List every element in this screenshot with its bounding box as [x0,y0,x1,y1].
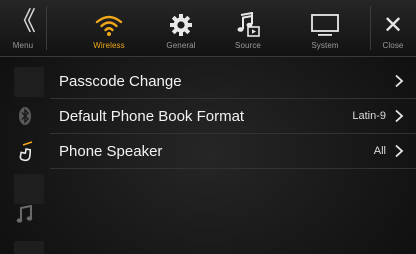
setting-row-passcode-change[interactable]: Passcode Change [50,64,416,99]
wifi-icon [94,12,124,38]
sidebar-item-bluetooth[interactable] [0,101,50,135]
monitor-icon [310,12,340,38]
setting-value: All [373,145,386,157]
music-note-icon [16,204,34,230]
tab-wireless[interactable]: Wireless [78,0,140,56]
setting-row-phone-speaker[interactable]: Phone Speaker All [50,134,416,169]
chevron-right-icon [395,109,404,123]
tab-general-label: General [166,41,196,50]
settings-list: Passcode Change Default Phone Book Forma… [50,64,416,169]
music-source-icon [235,12,261,38]
setting-label: Default Phone Book Format [59,107,245,125]
tab-source[interactable]: Source [217,0,279,56]
divider [46,6,47,50]
tab-system-label: System [311,41,339,50]
tab-general[interactable]: General [150,0,212,56]
sidebar-slot [14,241,44,254]
top-navigation-bar: 《 Menu Wireless General Source System ✕ … [0,0,416,57]
setting-value: Latin-9 [352,110,386,122]
chevron-right-icon [395,74,404,88]
menu-button[interactable]: 《 Menu [0,0,46,56]
setting-row-default-phone-book-format[interactable]: Default Phone Book Format Latin-9 [50,99,416,134]
setting-label: Passcode Change [59,72,182,90]
double-chevron-left-icon: 《 [9,7,36,37]
menu-label: Menu [12,41,34,50]
tab-wireless-label: Wireless [93,41,125,50]
bluetooth-icon [18,106,32,131]
setting-label: Phone Speaker [59,142,163,160]
close-icon: ✕ [382,11,404,39]
sidebar-item-music[interactable] [0,200,50,234]
close-label: Close [382,41,404,50]
tab-system[interactable]: System [294,0,356,56]
sidebar-slot [14,67,44,97]
phone-handset-icon [14,140,36,167]
close-button[interactable]: ✕ Close [370,0,416,56]
sidebar-item-phone[interactable] [0,136,50,170]
gear-icon [169,12,193,38]
tab-source-label: Source [235,41,261,50]
sidebar [0,57,50,254]
chevron-right-icon [395,144,404,158]
